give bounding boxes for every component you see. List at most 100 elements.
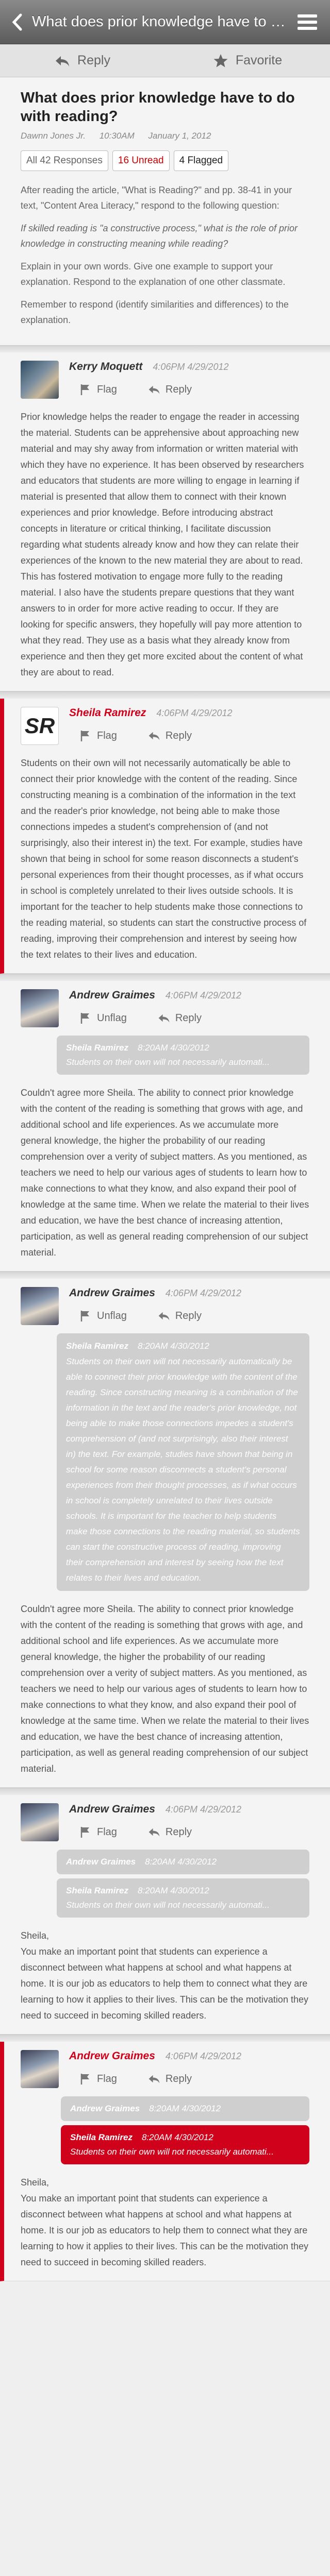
response-post: Andrew Graimes 4:06PM 4/29/2012 Unflag Repl… <box>0 1279 330 1788</box>
response-counts: All 42 Responses 16 Unread 4 Flagged <box>21 150 309 171</box>
quote-author: Sheila Ramirez <box>66 1886 128 1895</box>
response-post: Kerry Moquett 4:06PM 4/29/2012 Flag Reply Pr… <box>0 352 330 691</box>
reply-label: Reply <box>77 53 110 67</box>
quote-date: 8:20AM 4/30/2012 <box>137 1043 209 1053</box>
flag-button[interactable]: Unflag <box>79 1310 127 1322</box>
reply-icon <box>56 56 70 66</box>
reply-icon <box>158 1014 170 1023</box>
topic-meta: Dawnn Jones Jr. 10:30AM January 1, 2012 <box>21 131 309 141</box>
post-author: Andrew Graimes <box>69 2050 155 2062</box>
quoted-reply[interactable]: Sheila Ramirez 8:20AM 4/30/2012 Students o… <box>57 1333 309 1591</box>
flag-button[interactable]: Flag <box>79 730 117 742</box>
flag-icon <box>80 731 89 741</box>
post-body: Sheila, You make an important point that… <box>21 1930 308 2021</box>
reply-label: Reply <box>175 1310 202 1321</box>
flag-label: Flag <box>97 730 117 741</box>
avatar <box>21 1287 59 1325</box>
topic: What does prior knowledge have to do wit… <box>0 77 330 345</box>
reply-label: Reply <box>175 1012 202 1024</box>
quote-author: Sheila Ramirez <box>70 2132 133 2142</box>
response-list: Kerry Moquett 4:06PM 4/29/2012 Flag Reply Pr… <box>0 345 330 2281</box>
quoted-replies: Andrew Graimes 8:20AM 4/30/2012 Sheila Ram… <box>57 1850 309 1918</box>
reply-button[interactable]: Reply <box>148 730 192 742</box>
avatar <box>21 2050 59 2088</box>
reply-label: Reply <box>165 2073 192 2084</box>
post-body: Students on their own will not necessari… <box>21 758 307 960</box>
favorite-label: Favorite <box>235 53 283 67</box>
flag-button[interactable]: Unflag <box>79 1012 127 1024</box>
response-post: Andrew Graimes 4:06PM 4/29/2012 Unflag Repl… <box>0 981 330 1272</box>
post-date: 4:06PM 4/29/2012 <box>153 362 229 372</box>
reply-icon <box>148 732 160 740</box>
post-author: Andrew Graimes <box>69 1803 155 1815</box>
quoted-replies: Andrew Graimes 8:20AM 4/30/2012 Sheila Ram… <box>61 2096 309 2164</box>
quoted-reply[interactable]: Sheila Ramirez 8:20AM 4/30/2012 Students o… <box>57 1036 309 1075</box>
reply-icon <box>148 385 160 394</box>
reply-button[interactable]: Reply <box>148 2073 192 2085</box>
separator <box>0 691 330 699</box>
separator <box>0 974 330 981</box>
flag-label: Flag <box>97 383 117 395</box>
post-author: Sheila Ramirez <box>69 707 146 719</box>
topic-paragraph: Remember to respond (identify similariti… <box>21 299 289 325</box>
quote-date: 8:20AM 4/30/2012 <box>145 1857 217 1867</box>
quoted-reply[interactable]: Sheila Ramirez 8:20AM 4/30/2012 Students o… <box>57 1878 309 1918</box>
quoted-reply[interactable]: Sheila Ramirez 8:20AM 4/30/2012 Students o… <box>61 2125 309 2164</box>
post-body: Couldn't agree more Sheila. The ability … <box>21 1088 309 1258</box>
post-date: 4:06PM 4/29/2012 <box>165 2051 242 2061</box>
action-bar: Reply Favorite <box>0 44 330 77</box>
quote-author: Sheila Ramirez <box>66 1341 128 1351</box>
quoted-replies: Sheila Ramirez 8:20AM 4/30/2012 Students o… <box>57 1036 309 1075</box>
unread-filter[interactable]: 16 Unread <box>112 150 170 171</box>
post-author: Kerry Moquett <box>69 361 143 372</box>
separator <box>0 1272 330 1279</box>
separator <box>0 2035 330 2042</box>
quoted-reply[interactable]: Andrew Graimes 8:20AM 4/30/2012 <box>57 1850 309 1874</box>
back-button[interactable] <box>7 11 27 33</box>
quote-text: Students on their own will not necessari… <box>66 1357 300 1583</box>
reply-button[interactable]: Reply <box>148 383 192 396</box>
topic-author: Dawnn Jones Jr. <box>21 131 86 141</box>
flag-button[interactable]: Flag <box>79 383 117 396</box>
reply-button[interactable]: Reply <box>148 1826 192 1838</box>
quote-date: 8:20AM 4/30/2012 <box>149 2104 221 2113</box>
flag-icon <box>80 384 89 395</box>
topic-body: After reading the article, "What is Read… <box>21 182 309 328</box>
flag-icon <box>80 1013 89 1024</box>
post-date: 4:06PM 4/29/2012 <box>156 708 233 718</box>
reply-icon <box>148 1828 160 1837</box>
separator <box>0 1788 330 1795</box>
post-author: Andrew Graimes <box>69 989 155 1001</box>
reply-label: Reply <box>165 383 192 395</box>
menu-button[interactable] <box>292 9 323 35</box>
post-date: 4:06PM 4/29/2012 <box>165 990 242 1001</box>
response-post: Andrew Graimes 4:06PM 4/29/2012 Flag Reply A… <box>0 2042 330 2281</box>
all-responses-filter[interactable]: All 42 Responses <box>21 150 108 171</box>
avatar <box>21 361 59 399</box>
quote-date: 8:20AM 4/30/2012 <box>137 1886 209 1895</box>
star-icon <box>213 54 228 67</box>
post-date: 4:06PM 4/29/2012 <box>165 1804 242 1815</box>
topic-date: January 1, 2012 <box>148 131 211 141</box>
flag-label: Unflag <box>97 1310 127 1321</box>
flag-button[interactable]: Flag <box>79 2073 117 2085</box>
quote-author: Andrew Graimes <box>66 1857 136 1867</box>
quote-date: 8:20AM 4/30/2012 <box>137 1341 209 1351</box>
quote-text: Students on their own will not necessari… <box>66 1057 270 1067</box>
quote-date: 8:20AM 4/30/2012 <box>141 2132 213 2142</box>
flagged-filter[interactable]: 4 Flagged <box>173 150 229 171</box>
response-post: Andrew Graimes 4:06PM 4/29/2012 Flag Reply A… <box>0 1795 330 2035</box>
favorite-button[interactable]: Favorite <box>165 44 330 77</box>
reply-button[interactable]: Reply <box>158 1310 202 1322</box>
quoted-reply[interactable]: Andrew Graimes 8:20AM 4/30/2012 <box>61 2096 309 2121</box>
post-date: 4:06PM 4/29/2012 <box>165 1288 242 1298</box>
flag-label: Flag <box>97 2073 117 2084</box>
reply-icon <box>158 1312 170 1320</box>
reply-button[interactable]: Reply <box>0 44 165 77</box>
flag-icon <box>80 1311 89 1321</box>
quote-text: Students on their own will not necessari… <box>66 1900 270 1910</box>
post-body: Sheila, You make an important point that… <box>21 2177 308 2267</box>
quote-text: Students on their own will not necessari… <box>70 2147 274 2157</box>
flag-button[interactable]: Flag <box>79 1826 117 1838</box>
reply-button[interactable]: Reply <box>158 1012 202 1024</box>
